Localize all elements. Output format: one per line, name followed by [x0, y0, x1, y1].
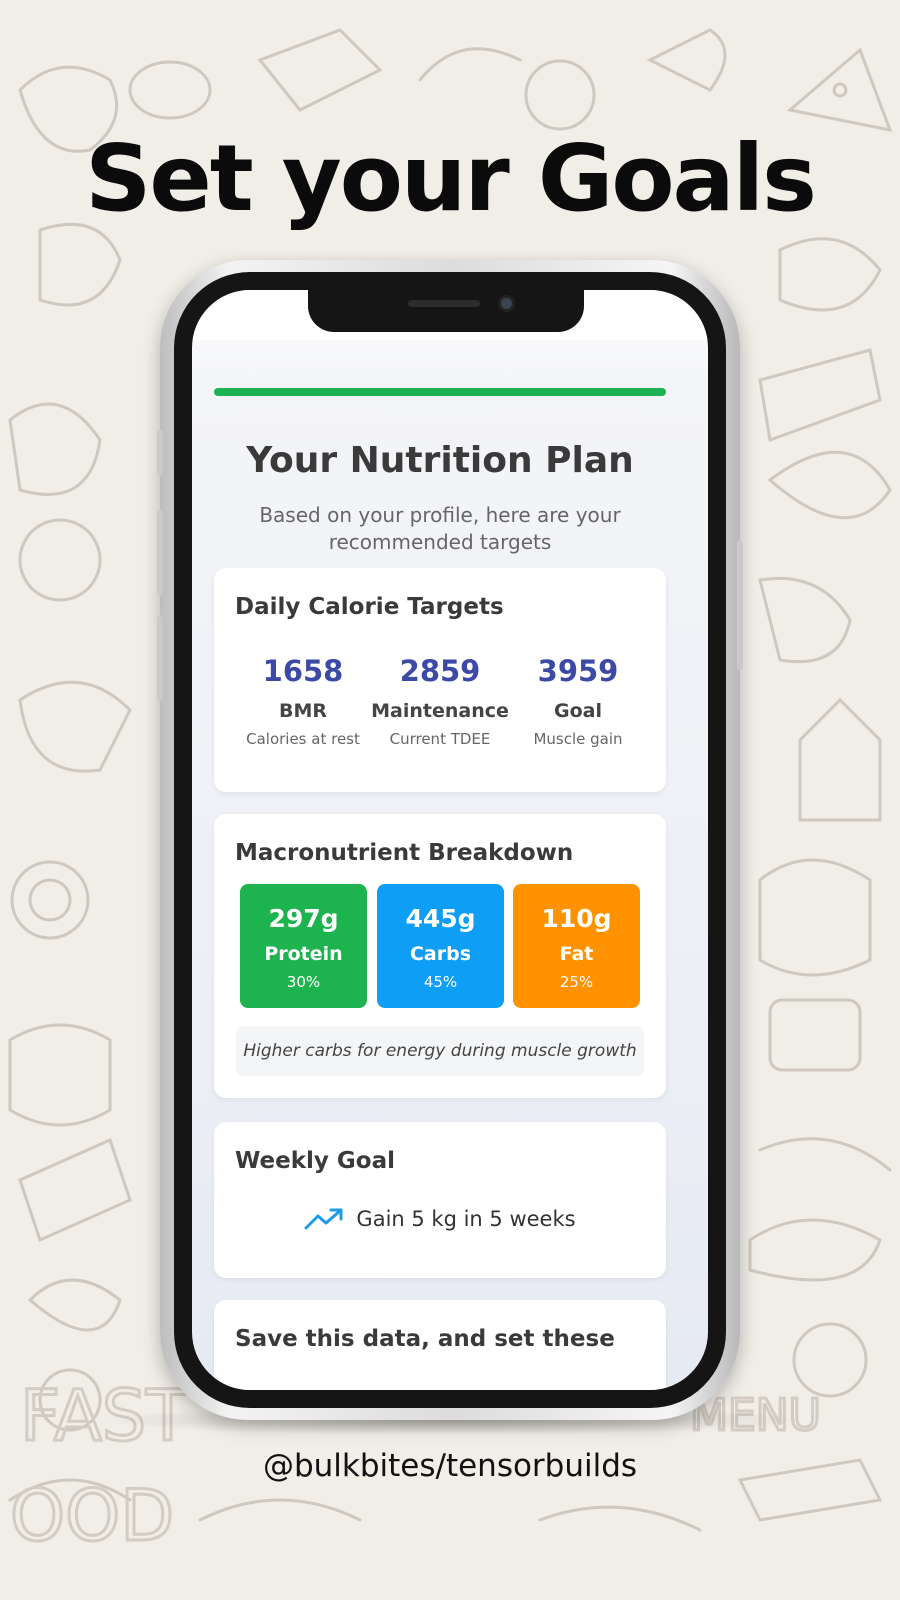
page-subtitle: Based on your profile, here are your rec…: [259, 503, 621, 554]
macro-note: Higher carbs for energy during muscle gr…: [236, 1026, 644, 1076]
page-title: Your Nutrition Plan: [246, 440, 634, 481]
macro-breakdown-card: Macronutrient Breakdown 297g Protein 30%…: [214, 814, 666, 1098]
macro-tile-protein: 297g Protein 30%: [240, 884, 367, 1008]
save-data-card[interactable]: Save this data, and set these: [214, 1300, 666, 1390]
macro-tile-fat: 110g Fat 25%: [513, 884, 640, 1008]
calorie-value: 3959: [537, 654, 619, 688]
calorie-value: 1658: [262, 654, 344, 688]
camera-icon: [498, 295, 515, 312]
social-handle: @bulkbites/tensorbuilds: [262, 1448, 638, 1484]
weekly-goal-row: Gain 5 kg in 5 weeks: [214, 1206, 666, 1231]
macro-percent: 30%: [286, 973, 321, 991]
macro-name: Fat: [559, 943, 594, 965]
card-title: Weekly Goal: [235, 1148, 396, 1174]
macro-name: Protein: [264, 943, 343, 965]
calorie-item-goal: 3959 Goal Muscle gain: [508, 654, 648, 748]
weekly-goal-card: Weekly Goal Gain 5 kg in 5 weeks: [214, 1122, 666, 1278]
macro-grams: 445g: [405, 904, 476, 933]
svg-text:OOD: OOD: [10, 1475, 174, 1557]
macro-grams: 297g: [268, 904, 339, 933]
weekly-goal-text: Gain 5 kg in 5 weeks: [356, 1207, 576, 1231]
macro-grams: 110g: [541, 904, 612, 933]
calorie-item-bmr: 1658 BMR Calories at rest: [233, 654, 373, 748]
phone-volume-down: [157, 615, 163, 701]
phone-power-button: [737, 540, 743, 670]
phone-bezel: Your Nutrition Plan Based on your profil…: [174, 272, 726, 1408]
calorie-label: Goal: [554, 700, 602, 722]
macro-name: Carbs: [409, 943, 472, 965]
app-screen: Your Nutrition Plan Based on your profil…: [192, 290, 708, 1390]
calorie-targets-card: Daily Calorie Targets 1658 BMR Calories …: [214, 568, 666, 792]
card-title: Macronutrient Breakdown: [235, 840, 574, 866]
card-title: Daily Calorie Targets: [235, 594, 504, 620]
macro-tile-carbs: 445g Carbs 45%: [377, 884, 504, 1008]
headline: Set your Goals: [85, 125, 817, 232]
card-title: Save this data, and set these: [235, 1326, 615, 1352]
phone-notch: [308, 290, 584, 332]
speaker-grille: [408, 300, 480, 307]
phone-mockup: Your Nutrition Plan Based on your profil…: [157, 260, 743, 1420]
calorie-note: Calories at rest: [246, 730, 360, 748]
calorie-label: BMR: [278, 700, 328, 722]
calorie-note: Current TDEE: [389, 730, 491, 748]
trending-up-icon: [304, 1208, 343, 1230]
progress-bar: [214, 388, 666, 396]
calorie-note: Muscle gain: [533, 730, 623, 748]
calorie-value: 2859: [399, 654, 481, 688]
phone-volume-up: [157, 510, 163, 596]
phone-mute-switch: [157, 430, 163, 476]
calorie-label: Maintenance: [371, 700, 509, 722]
macro-percent: 25%: [559, 973, 594, 991]
macro-percent: 45%: [423, 973, 458, 991]
calorie-item-maintenance: 2859 Maintenance Current TDEE: [370, 654, 510, 748]
